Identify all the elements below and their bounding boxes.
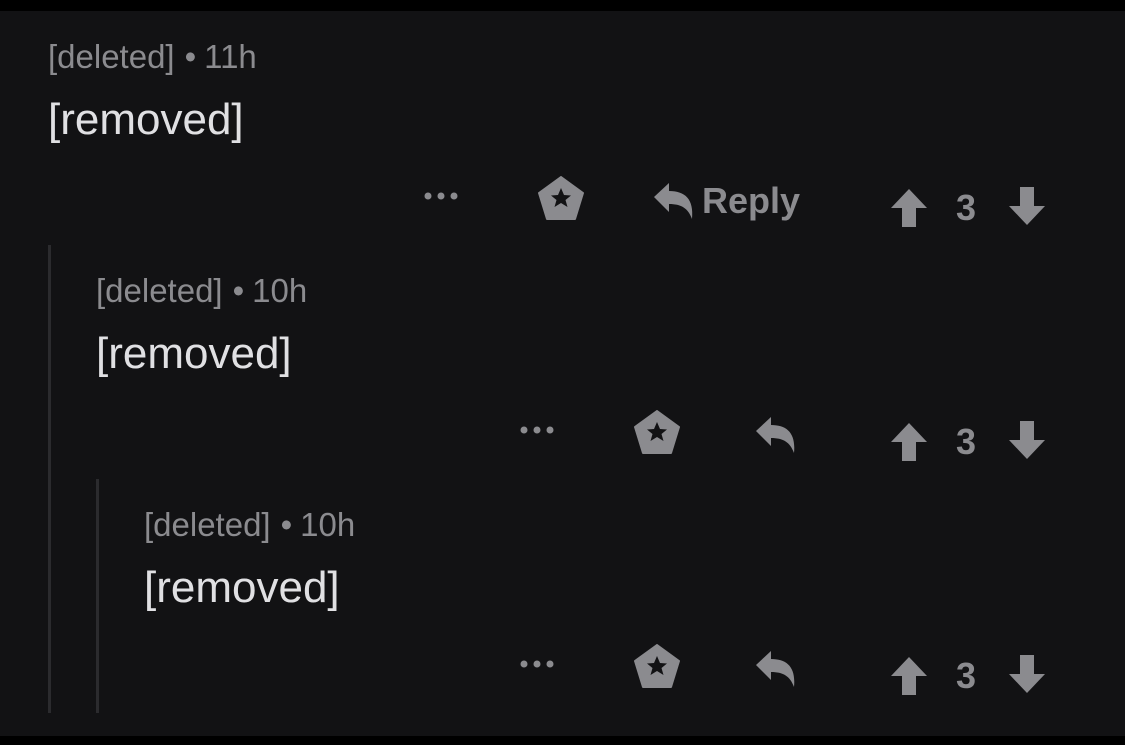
reply-button[interactable] bbox=[754, 647, 798, 691]
comment-meta: [deleted] • 11h bbox=[48, 38, 257, 76]
downvote-arrow-icon bbox=[1009, 421, 1045, 459]
comment-age: 10h bbox=[300, 506, 356, 543]
comment-meta: [deleted] • 10h bbox=[96, 272, 307, 310]
meta-separator: • bbox=[184, 38, 197, 75]
award-button[interactable] bbox=[536, 173, 586, 223]
reply-label: Reply bbox=[702, 180, 801, 221]
reply-icon bbox=[756, 651, 795, 687]
reply-icon bbox=[756, 417, 795, 453]
award-button[interactable] bbox=[632, 407, 682, 457]
award-icon bbox=[538, 176, 584, 220]
upvote-arrow-icon bbox=[891, 189, 927, 227]
reply-button[interactable]: Reply bbox=[652, 179, 800, 223]
comment-body: [removed] bbox=[144, 563, 340, 612]
thread-line-level-2[interactable] bbox=[96, 479, 99, 713]
meta-separator: • bbox=[280, 506, 293, 543]
upvote-button[interactable] bbox=[888, 655, 930, 697]
comment-thread: [deleted] • 11h [removed] Reply 3 [deleted… bbox=[0, 11, 1125, 736]
more-options-icon bbox=[424, 192, 458, 200]
award-icon bbox=[634, 644, 680, 688]
award-button[interactable] bbox=[632, 641, 682, 691]
comment-meta: [deleted] • 10h bbox=[144, 506, 355, 544]
upvote-arrow-icon bbox=[891, 657, 927, 695]
downvote-arrow-icon bbox=[1009, 655, 1045, 693]
meta-separator: • bbox=[232, 272, 245, 309]
more-options-button[interactable] bbox=[514, 415, 560, 445]
more-options-button[interactable] bbox=[514, 649, 560, 679]
vote-score: 3 bbox=[956, 655, 977, 696]
more-options-button[interactable] bbox=[418, 181, 464, 211]
upvote-button[interactable] bbox=[888, 421, 930, 463]
vote-score: 3 bbox=[956, 421, 977, 462]
comment-age: 11h bbox=[204, 38, 257, 75]
comment-age: 10h bbox=[252, 272, 308, 309]
award-icon bbox=[634, 410, 680, 454]
comment-author[interactable]: [deleted] bbox=[96, 272, 223, 309]
downvote-button[interactable] bbox=[1006, 185, 1048, 227]
more-options-icon bbox=[520, 426, 554, 434]
comment-body: [removed] bbox=[48, 95, 244, 144]
reply-icon bbox=[654, 183, 693, 219]
comment-body: [removed] bbox=[96, 329, 292, 378]
upvote-button[interactable] bbox=[888, 187, 930, 229]
vote-score: 3 bbox=[956, 187, 977, 228]
upvote-arrow-icon bbox=[891, 423, 927, 461]
reply-button[interactable] bbox=[754, 413, 798, 457]
thread-line-level-1[interactable] bbox=[48, 245, 51, 713]
comment-author[interactable]: [deleted] bbox=[144, 506, 271, 543]
more-options-icon bbox=[520, 660, 554, 668]
downvote-arrow-icon bbox=[1009, 187, 1045, 225]
downvote-button[interactable] bbox=[1006, 419, 1048, 461]
comment-author[interactable]: [deleted] bbox=[48, 38, 175, 75]
downvote-button[interactable] bbox=[1006, 653, 1048, 695]
